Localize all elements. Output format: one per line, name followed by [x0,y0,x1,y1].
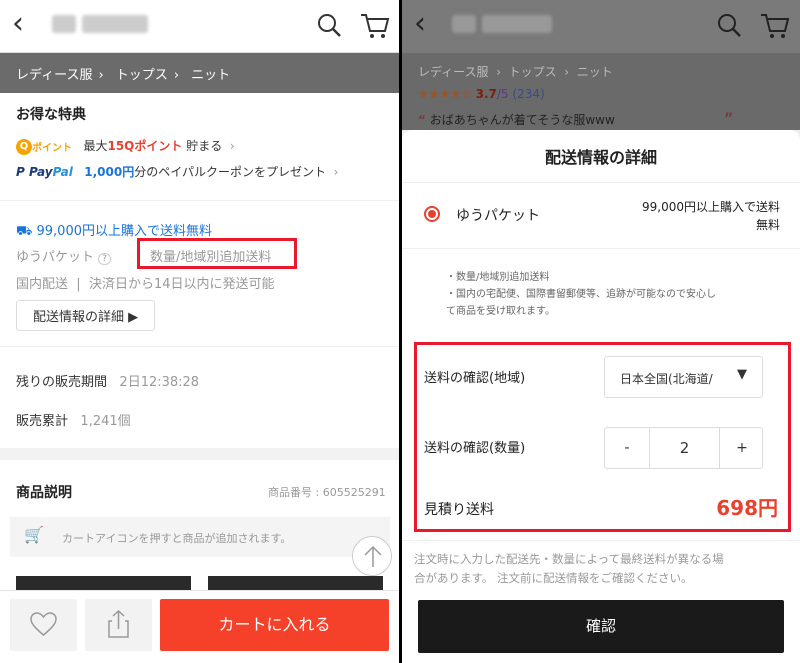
quantity-minus-button[interactable]: - [605,428,650,468]
arrow-up-icon [364,545,382,567]
estimate-label: 見積り送料 [424,502,494,518]
domestic-shipping: 国内配送 | 決済日から14日以内に発送可能 [16,277,275,292]
divider [0,448,399,460]
shipping-method-radio[interactable] [424,206,440,222]
search-icon[interactable] [716,12,742,38]
quote-icon: ” [724,111,734,127]
quantity-plus-button[interactable]: + [719,428,764,468]
blurred-title [482,15,552,33]
scroll-top-button[interactable] [352,536,392,576]
help-icon[interactable]: ? [98,253,111,265]
divider [0,200,399,201]
blurred-title [452,15,476,33]
sheet-title: 配送情報の詳細 [544,148,657,167]
confirm-button[interactable]: 確認 [418,600,784,653]
description-title: 商品説明 [16,485,72,501]
breadcrumb: レディース服 › トップス › ニット [0,53,399,93]
bottom-action-bar: カートに入れる [0,590,399,663]
top-header: ‹ [402,0,800,53]
cart-icon[interactable] [760,12,790,40]
divider [402,540,800,541]
search-icon[interactable] [316,12,342,38]
dim-overlay[interactable]: レディース服 › トップス › ニット ★★★★☆ 3.7/5 (234) “ … [402,53,800,130]
sales-period: 残りの販売期間 2日12:38:28 [16,375,200,390]
product-image[interactable] [16,576,191,590]
truck-icon: ⛟ [16,224,33,239]
quantity-label: 送料の確認(数量) [424,441,526,456]
share-button[interactable] [85,599,152,651]
chevron-right-icon: › [329,165,339,179]
highlight-box [137,238,297,269]
sales-total: 販売累計 1,241個 [16,414,131,429]
divider [402,182,800,183]
shipping-notes: ・数量/地域別追加送料 ・国内の宅配便、国際書留郵便等、追跡が可能なので安心し て商… [446,272,716,317]
qpoint-row[interactable]: Q ポイント 最大15Qポイント 貯まる › [16,137,235,155]
back-arrow-icon[interactable]: ‹ [12,9,24,39]
paypal-row[interactable]: P PayPal 1,000円分のペイパルクーポンをプレゼント › [16,163,338,180]
region-select[interactable]: 日本全国(北海道/ ▼ [604,356,763,398]
paypal-logo: P PayPal [16,165,73,179]
estimate-value: 698円 [716,496,778,520]
shipping-detail-panel: ‹ レディース服 › トップス › ニット ★★★★☆ 3.7/5 (234) … [402,0,800,663]
add-to-cart-button[interactable]: カートに入れる [160,599,389,651]
qpoint-icon: Q [16,138,32,155]
divider [402,248,800,249]
heart-icon [30,612,57,636]
breadcrumb-item[interactable]: ニット [191,68,230,83]
cart-icon[interactable] [360,12,390,40]
product-number: 商品番号 : 605525291 [268,486,386,499]
product-image[interactable] [208,576,383,590]
bg-rating: ★★★★☆ 3.7/5 (234) [418,87,545,101]
shipping-footnote: 注文時に入力した配送先・数量によって最終送料が異なる場 合があります。 注文前に配… [414,552,724,585]
bg-review: “ おばあちゃんが着てそうな服www [418,113,615,127]
free-shipping-note: 99,000円以上購入で送料 無料 [642,200,780,232]
quantity-value[interactable]: 2 [650,428,719,468]
shipping-detail-sheet: 配送情報の詳細 ゆうパケット 99,000円以上購入で送料 無料 ・数量/地域別追… [402,130,800,663]
cart-hint-text: カートアイコンを押すと商品が追加されます。 [62,532,292,545]
star-rating-icon: ★★★★☆ [418,87,472,101]
shipping-method-label: ゆうパケット [456,208,540,224]
caret-down-icon: ▼ [737,367,747,382]
favorite-button[interactable] [10,599,77,651]
blurred-title [82,15,148,33]
quantity-stepper[interactable]: - 2 + [604,427,763,469]
shipping-detail-button[interactable]: 配送情報の詳細 ▶ [16,300,156,331]
region-label: 送料の確認(地域) [424,371,526,386]
back-arrow-icon[interactable]: ‹ [414,9,426,39]
shipping-method: ゆうパケット ? [16,246,111,265]
deals-title: お得な特典 [16,107,86,123]
breadcrumb-item[interactable]: トップス [116,68,168,83]
bg-breadcrumb: レディース服 › トップス › ニット [418,65,613,79]
cart-tap-icon: 🛒 [24,525,44,544]
chevron-right-icon: › [226,139,235,153]
top-header: ‹ [0,0,399,53]
cart-hint-bar: 🛒 カートアイコンを押すと商品が追加されます。 [10,517,390,557]
breadcrumb-item[interactable]: レディース服 [16,68,92,83]
product-page-panel: ‹ レディース服 › トップス › ニット お得な特典 Q ポイント 最大15Qポイン… [0,0,399,663]
blurred-title [52,15,76,33]
divider [0,346,399,347]
share-icon [108,609,129,638]
